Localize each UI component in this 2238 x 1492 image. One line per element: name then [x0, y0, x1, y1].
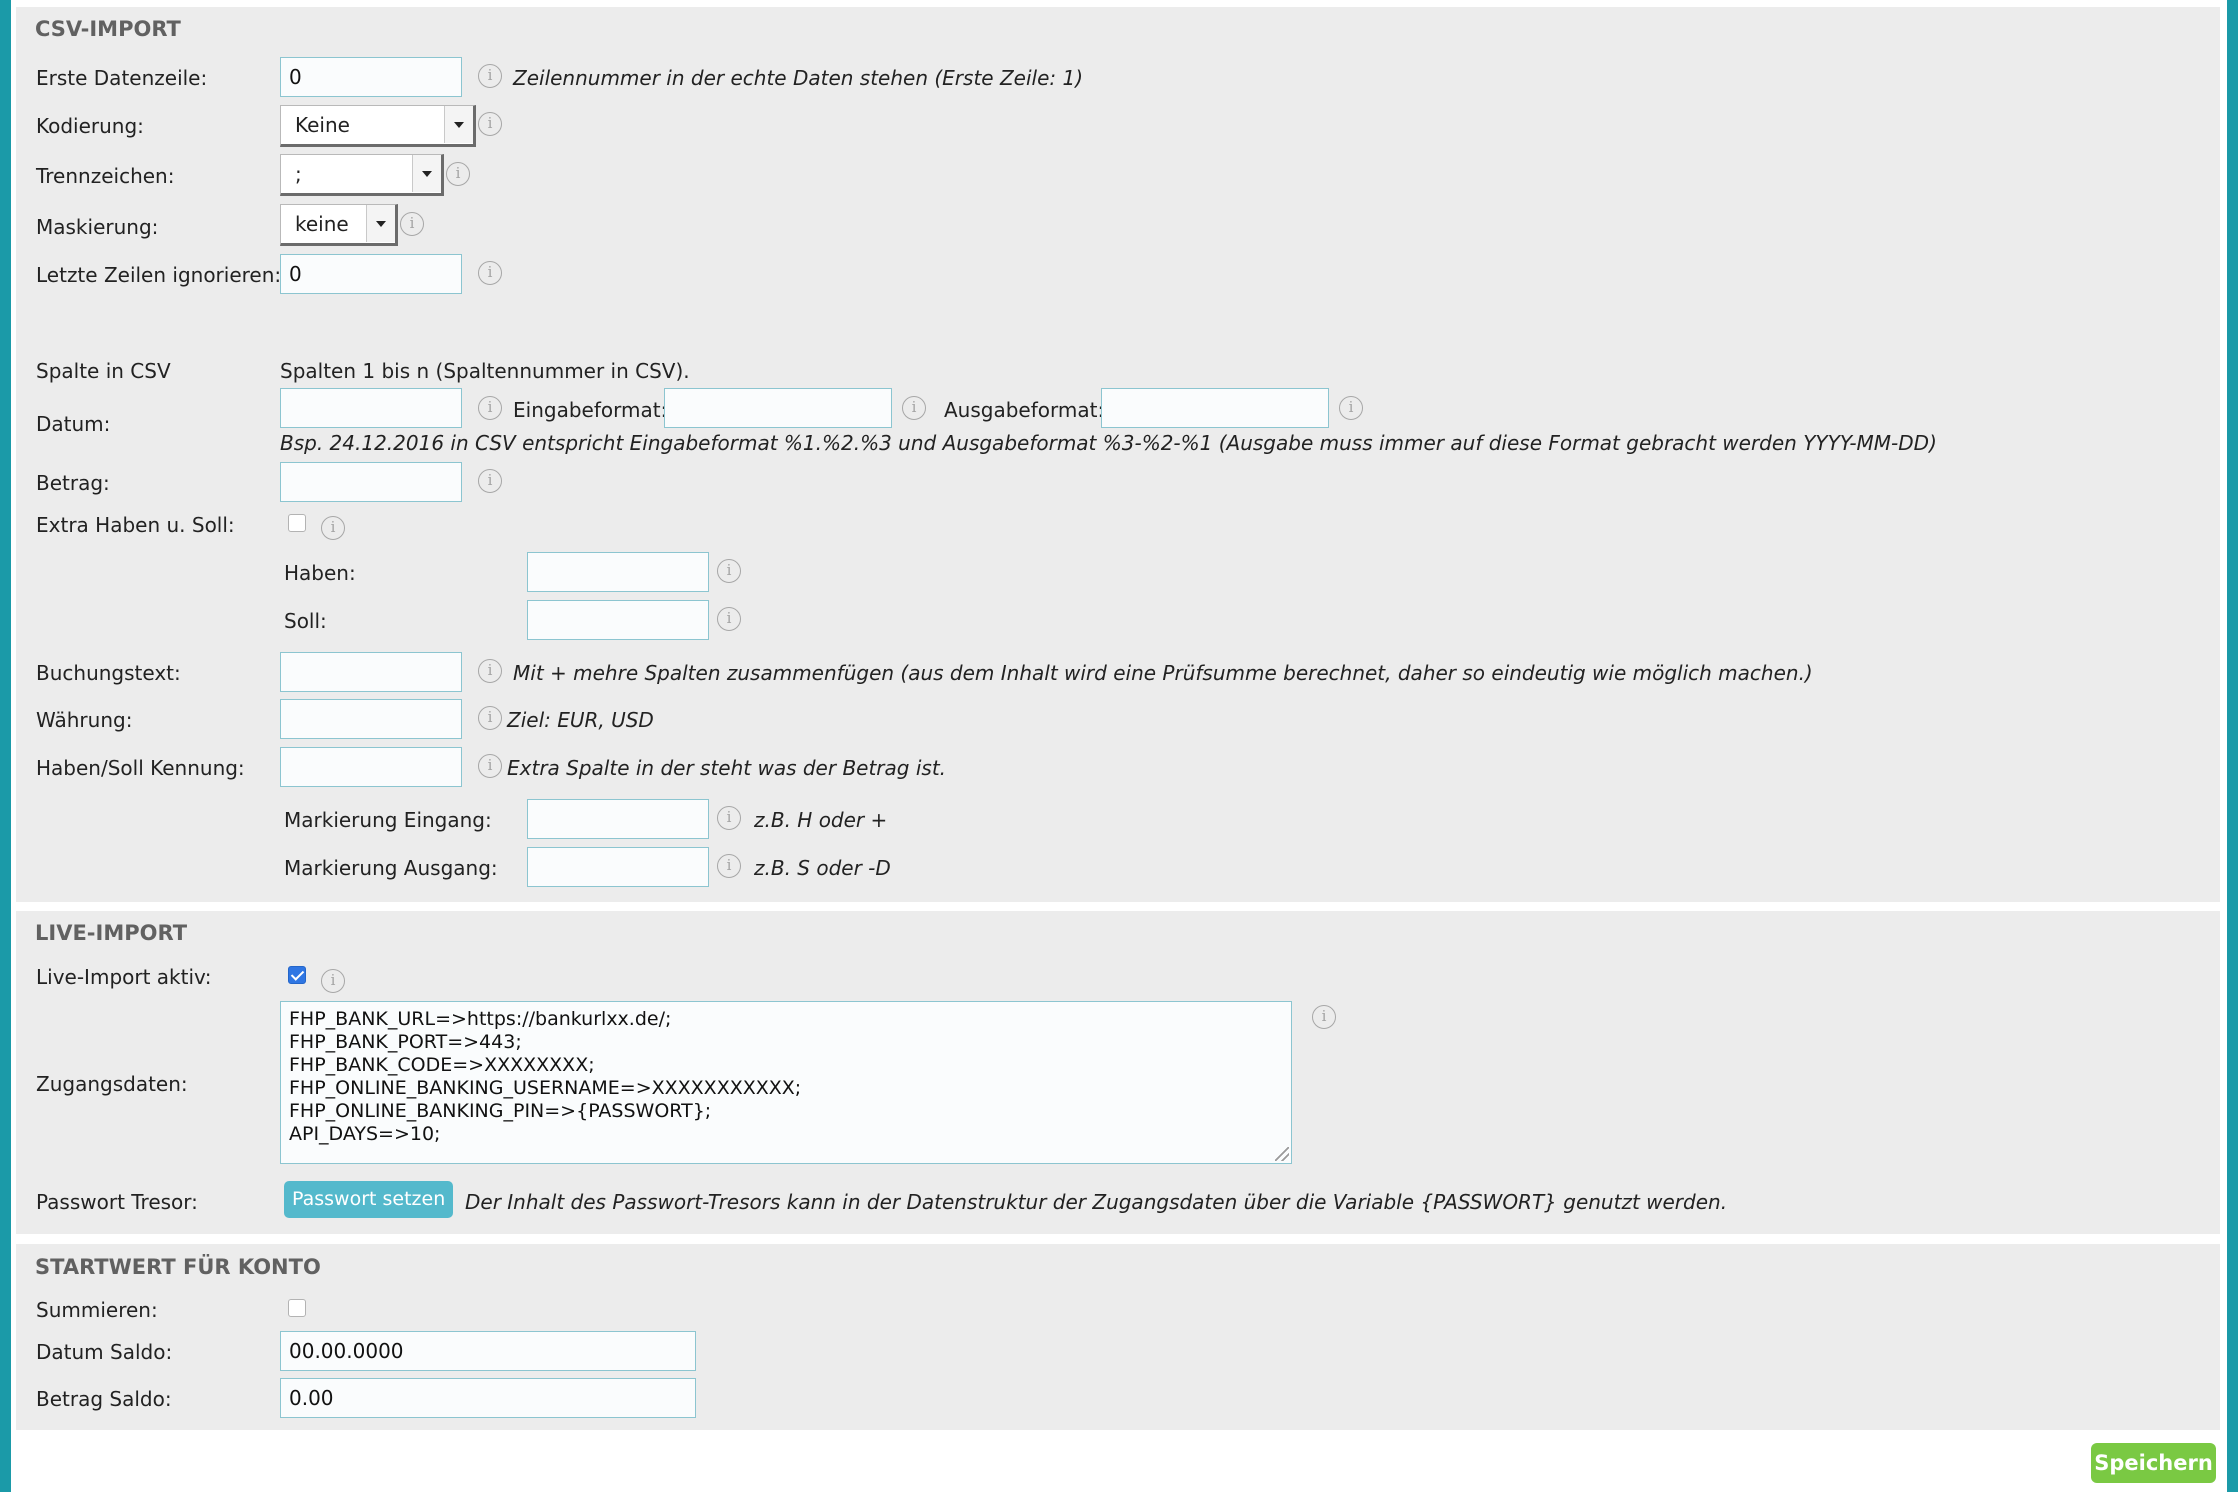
live-import-title: LIVE-IMPORT: [35, 921, 188, 945]
credit-debit-id-input[interactable]: [280, 747, 462, 787]
date-format-note: Bsp. 24.12.2016 in CSV entspricht Eingab…: [280, 431, 1937, 455]
mark-out-note: z.B. S oder -D: [754, 856, 891, 880]
debit-label: Soll:: [284, 609, 327, 633]
encoding-selected-value: Keine: [295, 113, 350, 137]
resize-handle-icon[interactable]: [1275, 1147, 1289, 1161]
columns-header-text: Spalten 1 bis n (Spaltennummer in CSV).: [280, 359, 690, 383]
save-button[interactable]: Speichern: [2091, 1443, 2216, 1483]
first-data-row-note: Zeilennummer in der echte Daten stehen (…: [513, 66, 1083, 90]
start-value-panel: STARTWERT FÜR KONTO Summieren: Datum Sal…: [16, 1244, 2220, 1430]
mark-in-input[interactable]: [527, 799, 709, 839]
info-icon[interactable]: i: [478, 396, 502, 420]
booking-text-label: Buchungstext:: [36, 661, 181, 685]
mark-out-input[interactable]: [527, 847, 709, 887]
sum-checkbox[interactable]: [288, 1299, 306, 1317]
info-icon[interactable]: i: [902, 396, 926, 420]
info-icon[interactable]: i: [478, 261, 502, 285]
set-password-button[interactable]: Passwort setzen: [284, 1181, 454, 1218]
credentials-line: FHP_BANK_URL=>https://bankurlxx.de/;: [289, 1008, 672, 1030]
chevron-down-icon[interactable]: [366, 205, 395, 242]
info-icon[interactable]: i: [478, 754, 502, 778]
encoding-label: Kodierung:: [36, 114, 144, 138]
credit-label: Haben:: [284, 561, 356, 585]
mark-out-label: Markierung Ausgang:: [284, 856, 498, 880]
extra-credit-debit-label: Extra Haben u. Soll:: [36, 513, 235, 537]
credentials-line: FHP_ONLINE_BANKING_USERNAME=>XXXXXXXXXXX…: [289, 1077, 802, 1099]
info-icon[interactable]: i: [321, 969, 345, 993]
start-value-title: STARTWERT FÜR KONTO: [35, 1255, 321, 1279]
quoting-select[interactable]: keine: [280, 204, 398, 246]
quoting-label: Maskierung:: [36, 215, 159, 239]
csv-import-panel: CSV-IMPORT Erste Datenzeile: i Zeilennum…: [16, 7, 2220, 902]
info-icon[interactable]: i: [400, 212, 424, 236]
info-icon[interactable]: i: [717, 607, 741, 631]
credentials-label: Zugangsdaten:: [36, 1072, 188, 1096]
info-icon[interactable]: i: [478, 659, 502, 683]
balance-amount-input[interactable]: [280, 1378, 696, 1418]
output-format-label: Ausgabeformat:: [944, 398, 1105, 422]
info-icon[interactable]: i: [1339, 396, 1363, 420]
mark-in-note: z.B. H oder +: [754, 808, 888, 832]
balance-amount-label: Betrag Saldo:: [36, 1387, 172, 1411]
info-icon[interactable]: i: [1312, 1005, 1336, 1029]
input-format-label: Eingabeformat:: [513, 398, 668, 422]
info-icon[interactable]: i: [321, 516, 345, 540]
input-format-input[interactable]: [664, 388, 892, 428]
separator-selected-value: ;: [295, 162, 302, 186]
output-format-input[interactable]: [1101, 388, 1329, 428]
credit-debit-id-note: Extra Spalte in der steht was der Betrag…: [507, 756, 947, 780]
password-safe-note: Der Inhalt des Passwort-Tresors kann in …: [465, 1190, 1728, 1214]
first-data-row-label: Erste Datenzeile:: [36, 66, 208, 90]
balance-date-input[interactable]: [280, 1331, 696, 1371]
info-icon[interactable]: i: [717, 559, 741, 583]
live-import-active-label: Live-Import aktiv:: [36, 965, 212, 989]
credit-column-input[interactable]: [527, 552, 709, 592]
currency-column-input[interactable]: [280, 699, 462, 739]
amount-column-input[interactable]: [280, 462, 462, 502]
balance-date-label: Datum Saldo:: [36, 1340, 173, 1364]
separator-select[interactable]: ;: [280, 154, 444, 196]
page-right-border: [2227, 0, 2238, 1492]
booking-text-input[interactable]: [280, 652, 462, 692]
amount-label: Betrag:: [36, 471, 110, 495]
credentials-textarea[interactable]: FHP_BANK_URL=>https://bankurlxx.de/; FHP…: [280, 1001, 1292, 1164]
skip-last-rows-label: Letzte Zeilen ignorieren:: [36, 263, 282, 287]
csv-import-title: CSV-IMPORT: [35, 17, 181, 41]
extra-credit-debit-checkbox[interactable]: [288, 514, 306, 532]
mark-in-label: Markierung Eingang:: [284, 808, 492, 832]
info-icon[interactable]: i: [717, 854, 741, 878]
date-label: Datum:: [36, 412, 111, 436]
info-icon[interactable]: i: [478, 112, 502, 136]
currency-label: Währung:: [36, 708, 133, 732]
password-safe-label: Passwort Tresor:: [36, 1190, 198, 1214]
credentials-line: API_DAYS=>10;: [289, 1123, 441, 1145]
credentials-line: FHP_BANK_CODE=>XXXXXXXX;: [289, 1054, 595, 1076]
encoding-select[interactable]: Keine: [280, 105, 476, 147]
info-icon[interactable]: i: [446, 162, 470, 186]
info-icon[interactable]: i: [478, 64, 502, 88]
info-icon[interactable]: i: [717, 806, 741, 830]
columns-header-label: Spalte in CSV: [36, 359, 171, 383]
credentials-line: FHP_BANK_PORT=>443;: [289, 1031, 522, 1053]
live-import-panel: LIVE-IMPORT Live-Import aktiv: i Zugangs…: [16, 911, 2220, 1234]
chevron-down-icon[interactable]: [444, 106, 473, 143]
separator-label: Trennzeichen:: [36, 164, 175, 188]
credit-debit-id-label: Haben/Soll Kennung:: [36, 756, 245, 780]
first-data-row-input[interactable]: [280, 57, 462, 97]
info-icon[interactable]: i: [478, 469, 502, 493]
booking-text-note: Mit + mehre Spalten zusammenfügen (aus d…: [513, 661, 1813, 685]
skip-last-rows-input[interactable]: [280, 254, 462, 294]
sum-label: Summieren:: [36, 1298, 158, 1322]
info-icon[interactable]: i: [478, 706, 502, 730]
date-column-input[interactable]: [280, 388, 462, 428]
live-import-active-checkbox[interactable]: [288, 966, 306, 984]
quoting-selected-value: keine: [295, 212, 349, 236]
chevron-down-icon[interactable]: [412, 155, 441, 192]
currency-note: Ziel: EUR, USD: [507, 708, 654, 732]
page-left-border: [0, 0, 11, 1492]
credentials-line: FHP_ONLINE_BANKING_PIN=>{PASSWORT};: [289, 1100, 712, 1122]
debit-column-input[interactable]: [527, 600, 709, 640]
